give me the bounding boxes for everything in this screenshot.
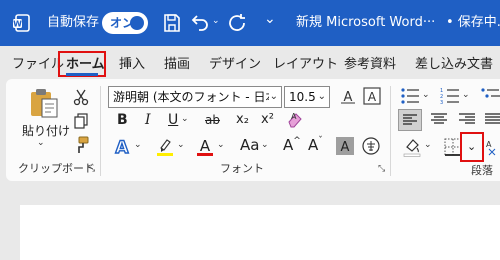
- shading-dropdown-icon[interactable]: ⌄: [424, 140, 432, 150]
- bullets-dropdown-icon[interactable]: ⌄: [422, 90, 430, 100]
- character-shading-icon[interactable]: A: [336, 137, 354, 155]
- svg-text:A: A: [200, 137, 211, 155]
- align-center-icon[interactable]: [430, 112, 448, 128]
- grow-font-icon[interactable]: A^: [283, 136, 301, 154]
- cut-icon[interactable]: [72, 88, 90, 106]
- tab-file[interactable]: ファイル: [12, 56, 64, 74]
- borders-dropdown-icon[interactable]: ⌄: [467, 140, 476, 153]
- align-left-button[interactable]: [398, 109, 422, 131]
- superscript-button[interactable]: x²: [261, 112, 274, 128]
- paragraph-shading-icon[interactable]: [402, 137, 422, 157]
- font-color-icon[interactable]: A: [195, 136, 215, 158]
- font-settings-icon[interactable]: A: [338, 86, 358, 106]
- font-size-value: 10.5: [289, 90, 316, 104]
- svg-text:A: A: [115, 138, 129, 157]
- sort-icon[interactable]: A: [486, 138, 500, 156]
- bullets-icon[interactable]: [400, 87, 420, 105]
- align-left-icon: [403, 114, 417, 125]
- svg-text:A: A: [291, 112, 297, 121]
- toggle-knob: [130, 16, 144, 30]
- chevron-down-icon: ⌄: [317, 91, 326, 102]
- chevron-down-icon: ⌄: [269, 91, 278, 102]
- svg-text:A: A: [368, 90, 377, 104]
- paragraph-group-label: 段落: [471, 164, 493, 177]
- group-divider: [390, 86, 391, 176]
- underline-dropdown-icon[interactable]: ⌄: [181, 114, 189, 124]
- svg-text:W: W: [13, 20, 22, 29]
- tab-design[interactable]: デザイン: [209, 56, 261, 74]
- save-status: • 保存中...: [446, 15, 500, 30]
- undo-icon[interactable]: [188, 11, 212, 35]
- tab-insert[interactable]: 挿入: [119, 56, 145, 74]
- italic-button[interactable]: I: [145, 112, 151, 128]
- clipboard-launcher-icon[interactable]: ⤡: [88, 164, 95, 174]
- active-tab-indicator: [66, 73, 98, 76]
- align-right-icon[interactable]: [458, 112, 476, 128]
- svg-text:A: A: [486, 140, 492, 149]
- word-app-icon: W: [13, 14, 30, 32]
- clear-formatting-icon[interactable]: A: [362, 86, 382, 106]
- font-launcher-icon[interactable]: ⤡: [378, 164, 385, 174]
- undo-dropdown-icon[interactable]: ⌄: [212, 16, 220, 26]
- highlight-icon[interactable]: [155, 137, 175, 157]
- autosave-toggle[interactable]: オン: [102, 12, 148, 34]
- text-effects-icon[interactable]: A: [112, 137, 132, 157]
- document-title: 新規 Microsoft Word···: [296, 15, 436, 30]
- font-group-label: フォント: [220, 162, 264, 175]
- font-name-value: 游明朝 (本文のフォント - 日本語): [113, 90, 269, 104]
- tab-layout[interactable]: レイアウト: [273, 56, 338, 74]
- paste-icon[interactable]: [28, 86, 60, 120]
- change-case-dropdown-icon[interactable]: ⌄: [261, 140, 269, 150]
- tab-draw[interactable]: 描画: [164, 56, 190, 74]
- shrink-font-icon[interactable]: Aˇ: [308, 136, 323, 154]
- bold-button[interactable]: B: [117, 112, 128, 128]
- text-effects-eraser-icon[interactable]: A: [286, 110, 304, 128]
- text-effects-dropdown-icon[interactable]: ⌄: [134, 140, 142, 150]
- change-case-icon[interactable]: Aa: [240, 136, 259, 154]
- font-name-combo[interactable]: 游明朝 (本文のフォント - 日本語) ⌄: [108, 86, 282, 108]
- strikethrough-button[interactable]: ab: [205, 112, 220, 128]
- font-size-combo[interactable]: 10.5 ⌄: [284, 86, 330, 108]
- paste-label[interactable]: 貼り付け: [22, 122, 70, 139]
- subscript-button[interactable]: x₂: [236, 112, 249, 128]
- redo-icon[interactable]: [226, 11, 250, 35]
- save-icon[interactable]: [160, 11, 184, 35]
- svg-text:A: A: [341, 140, 350, 155]
- customize-toolbar-icon[interactable]: ⌄: [264, 11, 276, 27]
- tab-home[interactable]: ホーム: [66, 56, 105, 74]
- group-divider: [100, 86, 101, 176]
- multilevel-list-icon[interactable]: [480, 87, 500, 105]
- svg-text:3: 3: [440, 100, 443, 105]
- highlight-dropdown-icon[interactable]: ⌄: [177, 140, 185, 150]
- tab-references[interactable]: 参考資料: [344, 56, 396, 74]
- justify-icon[interactable]: [484, 112, 500, 128]
- format-painter-icon[interactable]: [72, 136, 90, 154]
- document-page[interactable]: [20, 205, 500, 260]
- underline-button[interactable]: U: [168, 112, 178, 128]
- numbering-icon[interactable]: 1 2 3: [440, 87, 460, 105]
- autosave-label: 自動保存: [47, 15, 100, 30]
- copy-icon[interactable]: [72, 112, 90, 130]
- font-color-dropdown-icon[interactable]: ⌄: [217, 140, 225, 150]
- clipboard-group-label: クリップボード: [18, 162, 95, 175]
- enclose-characters-icon[interactable]: [362, 137, 380, 155]
- paste-dropdown-icon[interactable]: ⌄: [37, 138, 45, 148]
- tab-mailings[interactable]: 差し込み文書: [415, 56, 493, 74]
- title-bar: W 自動保存 オン ⌄ ⌄ 新規 Microsoft Word··· • 保存中…: [0, 0, 500, 46]
- numbering-dropdown-icon[interactable]: ⌄: [462, 90, 470, 100]
